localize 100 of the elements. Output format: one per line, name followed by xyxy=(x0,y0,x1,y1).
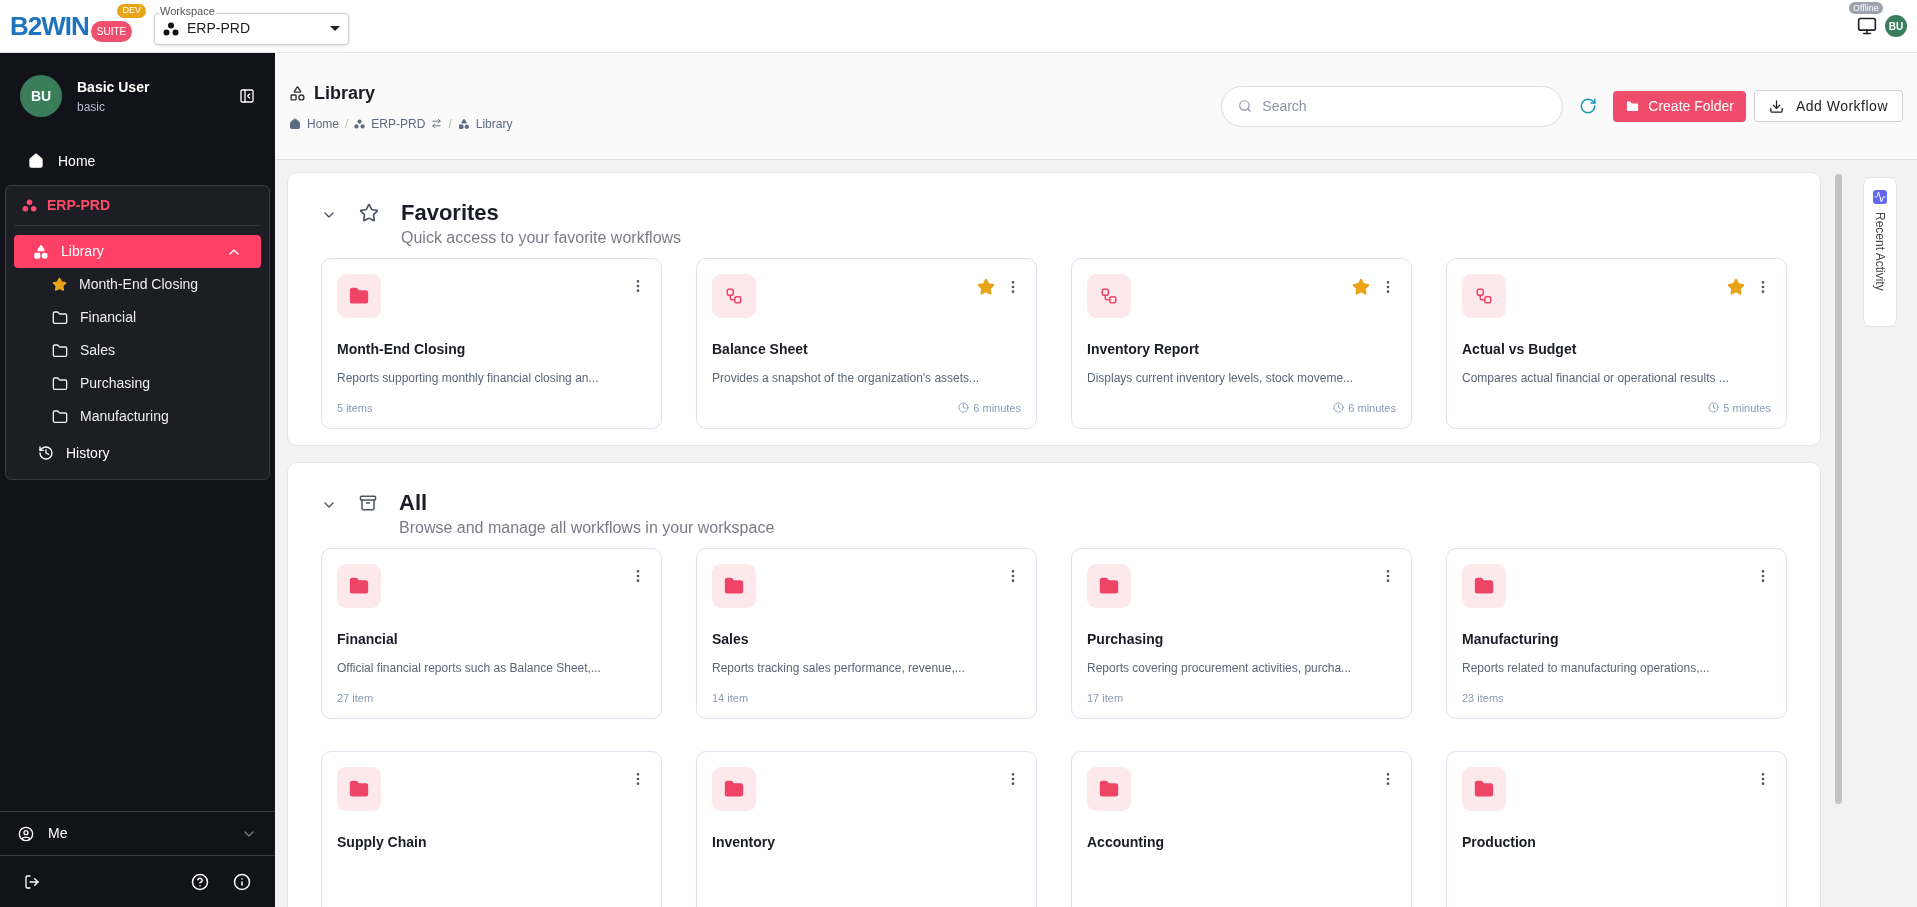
library-icon xyxy=(289,84,306,102)
card-title: Financial xyxy=(337,630,399,649)
card-title: Inventory xyxy=(712,833,776,852)
logo-text: B2WIN xyxy=(10,9,89,43)
card-title: Inventory Report xyxy=(1087,340,1200,359)
user-name: Basic User xyxy=(77,77,151,97)
clock-icon xyxy=(1333,402,1345,414)
card-title: Purchasing xyxy=(1087,630,1165,649)
card-title: Balance Sheet xyxy=(712,340,809,359)
scrollbar-thumb[interactable] xyxy=(1834,174,1842,804)
folder-icon xyxy=(52,408,68,425)
library-tree-item[interactable]: Sales xyxy=(14,334,261,367)
card-title: Month-End Closing xyxy=(337,340,467,359)
duration: 5 minutes xyxy=(1723,400,1771,416)
create-folder-button[interactable]: Create Folder xyxy=(1613,90,1746,122)
download-icon xyxy=(1768,98,1784,114)
workflow-card[interactable]: Inventory Report Displays current inventory levels, stock moveme... 6 minutes xyxy=(1071,258,1412,429)
me-menu-label[interactable]: Me xyxy=(48,823,227,844)
workflow-card[interactable]: Manufacturing Reports related to manufacturing operations,... 23 items xyxy=(1446,548,1787,719)
card-title: Sales xyxy=(712,630,750,649)
item-count: 5 items xyxy=(337,400,374,416)
user-role: basic xyxy=(77,98,106,116)
search-field[interactable]: Search xyxy=(1221,85,1564,127)
logout-icon[interactable] xyxy=(24,873,40,890)
workspace-icon xyxy=(22,199,37,212)
library-tree-item[interactable]: Manufacturing xyxy=(14,400,261,433)
folder-icon xyxy=(1462,767,1506,811)
card-title: Manufacturing xyxy=(1462,630,1560,649)
folder-icon xyxy=(337,274,381,318)
home-icon xyxy=(28,153,44,169)
library-tree-item[interactable]: Month-End Closing xyxy=(14,268,261,301)
switch-icon[interactable] xyxy=(431,118,443,129)
avatar[interactable]: BU xyxy=(1885,15,1907,37)
history-icon xyxy=(38,445,54,461)
library-tree-item[interactable]: Purchasing xyxy=(14,367,261,400)
section-title: Favorites xyxy=(401,200,500,226)
card-description: Reports related to manufacturing operations,... xyxy=(1462,660,1711,677)
item-count: 23 items xyxy=(1462,690,1505,706)
workflow-card[interactable]: Sales Reports tracking sales performance, revenue,... 14 item xyxy=(696,548,1037,719)
item-count: 17 item xyxy=(1087,690,1125,706)
workflow-card[interactable]: Accounting xyxy=(1071,751,1412,907)
add-workflow-button[interactable]: Add Workflow xyxy=(1753,90,1903,122)
workflow-icon xyxy=(712,274,756,318)
shapes-icon xyxy=(33,243,49,260)
avatar: BU xyxy=(20,75,62,117)
folder-icon xyxy=(337,564,381,608)
folder-icon xyxy=(1087,767,1131,811)
card-title: Accounting xyxy=(1087,833,1165,852)
status-badge: Offline xyxy=(1849,2,1883,14)
refresh-icon[interactable] xyxy=(1579,97,1598,115)
search-input[interactable]: Search xyxy=(1262,95,1547,117)
suite-badge: SUITE xyxy=(90,20,133,42)
folder-icon xyxy=(1462,564,1506,608)
card-description: Provides a snapshot of the organization's assets... xyxy=(712,370,981,387)
section-title: All xyxy=(399,490,429,516)
workflow-card[interactable]: Production xyxy=(1446,751,1787,907)
card-description: Displays current inventory levels, stock moveme... xyxy=(1087,370,1355,387)
workflow-card[interactable]: Purchasing Reports covering procurement activities, purcha... 17 item xyxy=(1071,548,1412,719)
card-description: Reports covering procurement activities, purcha... xyxy=(1087,660,1353,677)
folder-icon xyxy=(1087,564,1131,608)
breadcrumb-link[interactable]: Home xyxy=(307,114,339,133)
workflow-card[interactable]: Balance Sheet Provides a snapshot of the organization's assets... 6 minutes xyxy=(696,258,1037,429)
item-count: 14 item xyxy=(712,690,750,706)
recent-activity-tab[interactable]: Recent Activity xyxy=(1863,177,1897,327)
nav-item[interactable]: History xyxy=(14,433,261,473)
workflow-card[interactable]: Actual vs Budget Compares actual financial or operational results ... 5 minutes xyxy=(1446,258,1787,429)
workflow-card[interactable]: Financial Official financial reports such as Balance Sheet,... 27 item xyxy=(321,548,662,719)
workflow-card[interactable]: Inventory xyxy=(696,751,1037,907)
folder-icon xyxy=(52,309,68,326)
workflow-icon xyxy=(1087,274,1131,318)
dev-badge: DEV xyxy=(117,4,146,18)
folder-icon xyxy=(337,767,381,811)
star-icon[interactable] xyxy=(977,278,995,296)
star-icon xyxy=(52,277,67,292)
clock-icon xyxy=(1708,402,1720,414)
home-icon xyxy=(289,117,301,130)
shapes-icon xyxy=(457,117,470,130)
info-icon[interactable] xyxy=(233,872,251,891)
star-icon[interactable] xyxy=(1727,278,1745,296)
nav-item[interactable]: Home xyxy=(0,141,275,181)
search-icon xyxy=(1238,99,1253,113)
workspace-icon xyxy=(354,118,366,129)
item-count: 27 item xyxy=(337,690,375,706)
user-icon xyxy=(18,825,34,842)
duration: 6 minutes xyxy=(973,400,1021,416)
breadcrumb-separator: / xyxy=(448,115,452,133)
star-icon[interactable] xyxy=(1352,278,1370,296)
help-icon[interactable] xyxy=(191,872,209,891)
workflow-icon xyxy=(1462,274,1506,318)
collapse-sidebar-icon[interactable] xyxy=(239,88,255,104)
library-tree-item[interactable]: Financial xyxy=(14,301,261,334)
clock-icon xyxy=(958,402,970,414)
card-description: Compares actual financial or operational results ... xyxy=(1462,370,1730,387)
workflow-card[interactable]: Supply Chain xyxy=(321,751,662,907)
breadcrumb-link[interactable]: Library xyxy=(475,114,513,133)
monitor-icon[interactable] xyxy=(1857,16,1877,36)
section-subtitle: Quick access to your favorite workflows xyxy=(401,228,682,248)
workflow-card[interactable]: Month-End Closing Reports supporting monthly financial closing an... 5 items xyxy=(321,258,662,429)
folder-icon xyxy=(712,767,756,811)
breadcrumb-link[interactable]: ERP-PRD xyxy=(371,114,426,133)
